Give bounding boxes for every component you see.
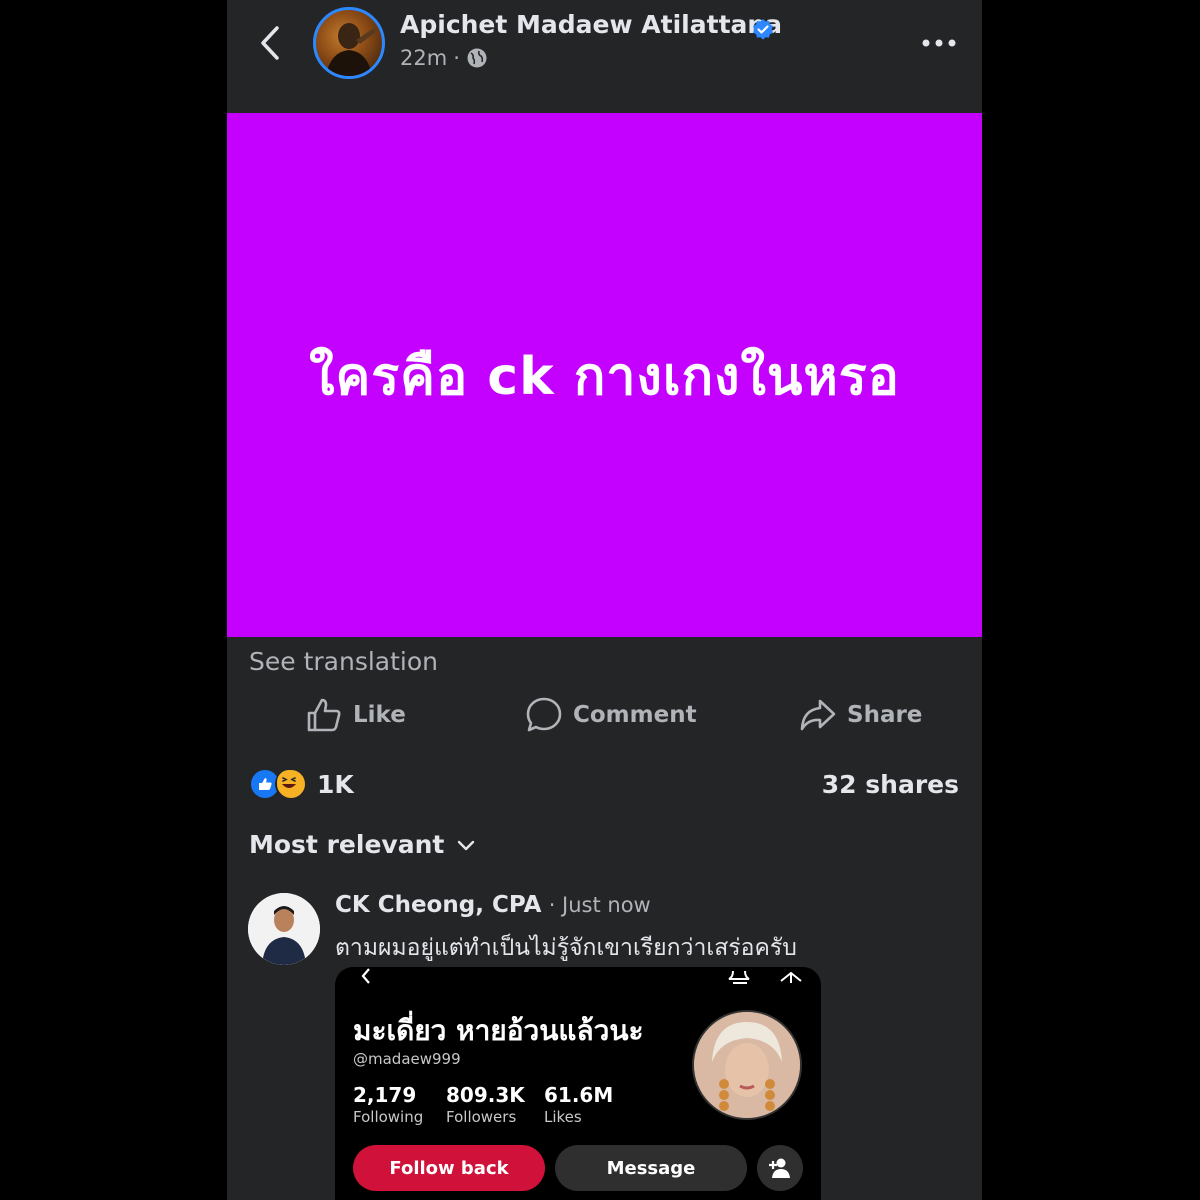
share-button[interactable]: Share [799,690,922,740]
post-header: Apichet Madaew Atilattana 22m · [227,0,982,113]
comment-label: Comment [573,702,697,728]
like-label: Like [353,702,406,728]
follow-back-button[interactable]: Follow back [353,1145,545,1191]
like-button[interactable]: Like [305,690,406,740]
add-user-icon [769,1158,790,1178]
commenter-avatar-image [248,893,320,965]
shares-count[interactable]: 32 shares [822,770,959,799]
embed-profile-handle: @madaew999 [353,1050,461,1068]
post-text-image[interactable]: ใครคือ ck กางเกงในหรอ [227,113,982,637]
comment-button[interactable]: Comment [525,690,697,740]
comment-header: CK Cheong, CPA · Just now [335,892,651,918]
action-bar: Like Comment Share [227,690,982,740]
post-time: 22m [400,46,448,70]
stat-value: 2,179 [353,1083,417,1107]
verified-badge-icon [753,19,773,40]
author-name[interactable]: Apichet Madaew Atilattana [400,10,782,39]
meta-separator: · [453,46,460,70]
globe-icon [467,48,487,68]
stat-label: Following [353,1108,424,1126]
reactions-summary[interactable]: 1K [249,768,354,800]
post-image-text: ใครคือ ck กางเกงในหรอ [309,346,900,407]
message-button[interactable]: Message [555,1145,747,1191]
share-arrow-icon [800,699,836,731]
stat-value: 61.6M [544,1083,614,1107]
stat-value: 809.3K [446,1083,525,1107]
embed-profile-name: มะเดี่ยว หายอ้วนแล้วนะ [353,1014,644,1047]
back-button[interactable] [253,22,287,64]
comment-time: · Just now [548,893,651,917]
comment-text: ตามผมอยู่แต่ทำเป็นไม่รู้จักเขาเรียกว่าเส… [335,935,797,961]
stat-label: Followers [446,1108,517,1126]
reaction-count: 1K [317,769,354,799]
chevron-left-icon [261,26,279,60]
embed-stat-followers: 809.3K Followers [446,1083,525,1126]
embed-stat-likes: 61.6M Likes [544,1083,613,1126]
comment-bubble-icon [526,697,562,732]
embed-avatar-image [694,1012,800,1118]
more-options-button[interactable] [919,30,959,56]
embed-stat-following: 2,179 Following [353,1083,423,1126]
embed-top-icons [361,968,802,984]
sort-label: Most relevant [249,830,445,859]
more-dots-icon [922,39,956,47]
stat-label: Likes [544,1108,582,1126]
haha-reaction-icon [275,768,307,800]
comment-attached-screenshot[interactable]: มะเดี่ยว หายอ้วนแล้วนะ @madaew999 2,179 … [335,967,821,1200]
add-friend-button[interactable] [757,1145,803,1191]
thumbs-up-icon [307,698,341,732]
post-meta: 22m · [400,46,488,70]
embed-profile-avatar [692,1010,802,1120]
post-screen: Apichet Madaew Atilattana 22m · ใครคือ c… [227,0,982,1200]
see-translation-link[interactable]: See translation [249,647,438,676]
chevron-down-icon [458,840,475,850]
comment-author-name[interactable]: CK Cheong, CPA [335,892,541,918]
comment-sort-dropdown[interactable]: Most relevant [249,830,476,859]
commenter-avatar[interactable] [248,893,320,965]
author-avatar[interactable] [313,7,385,79]
share-label: Share [847,702,923,728]
avatar-image [326,23,376,76]
